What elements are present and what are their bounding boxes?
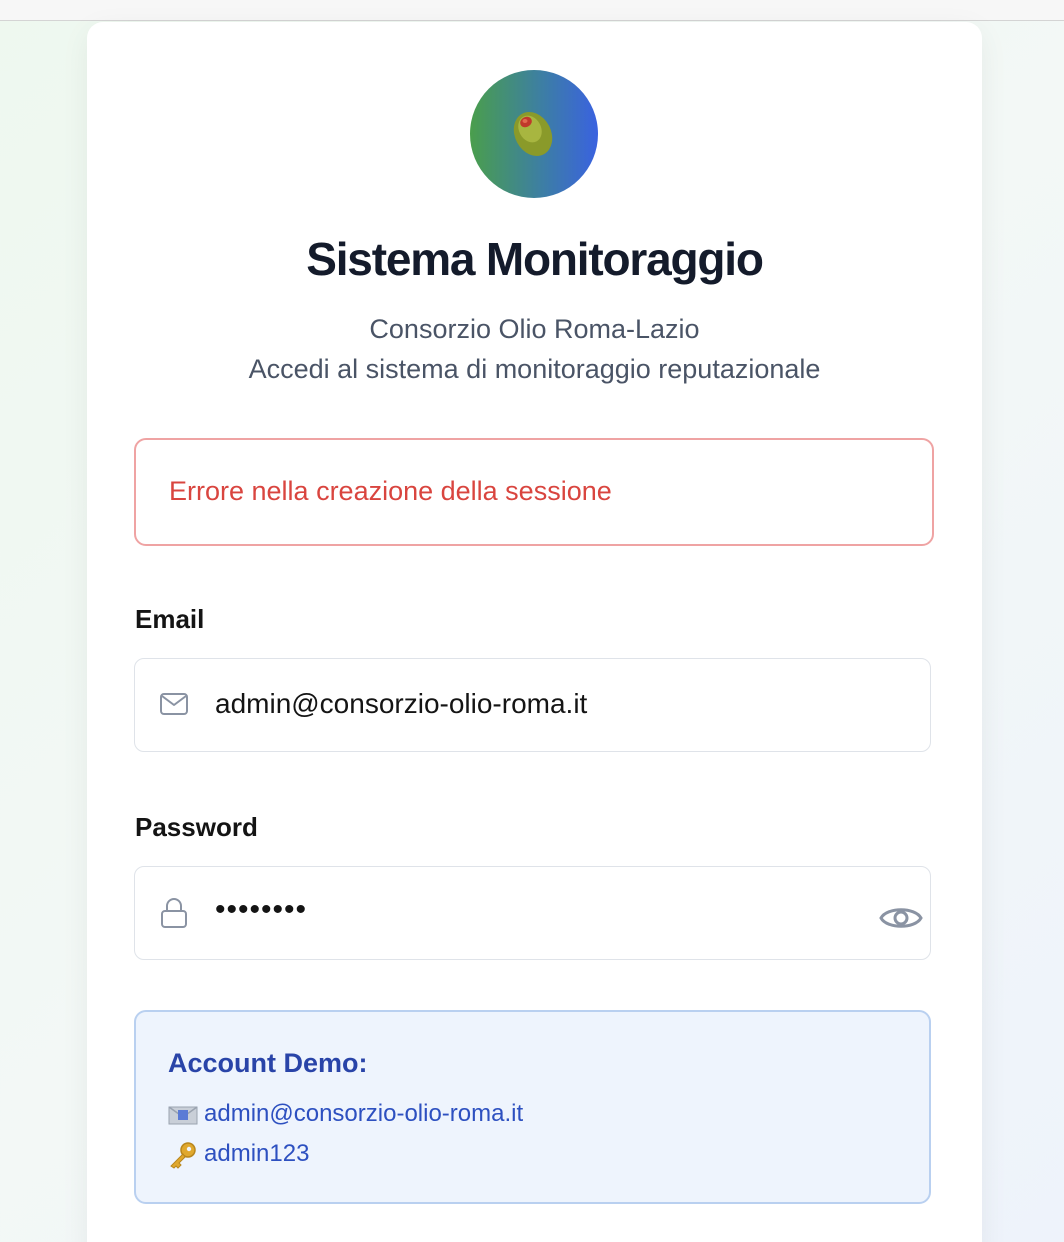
- password-value: ••••••••: [215, 893, 308, 926]
- email-label: Email: [135, 604, 205, 634]
- olive-icon: [513, 112, 553, 156]
- demo-email: admin@consorzio-olio-roma.it: [204, 1100, 524, 1127]
- email-field[interactable]: admin@consorzio-olio-roma.it: [134, 658, 931, 752]
- password-label: Password: [135, 812, 258, 842]
- password-field[interactable]: ••••••••: [134, 866, 931, 960]
- error-alert: Errore nella creazione della sessione: [134, 438, 934, 546]
- page-title: Sistema Monitoraggio: [306, 233, 764, 285]
- lock-icon: [159, 897, 189, 934]
- demo-password-line: admin123: [168, 1140, 309, 1169]
- mail-icon: [159, 692, 189, 721]
- login-card: Sistema Monitoraggio Consorzio Olio Roma…: [87, 22, 982, 1242]
- demo-password: admin123: [204, 1140, 310, 1167]
- envelope-emoji-icon: [168, 1104, 198, 1126]
- key-emoji-icon: [168, 1141, 198, 1169]
- email-value: admin@consorzio-olio-roma.it: [215, 688, 588, 719]
- page-tagline: Accedi al sistema di monitoraggio reputa…: [248, 354, 821, 384]
- browser-top-bar: [0, 0, 1064, 21]
- demo-account-box: Account Demo: admin@consorzio-olio-roma.…: [134, 1010, 931, 1204]
- logo: [470, 70, 598, 198]
- error-message: Errore nella creazione della sessione: [169, 476, 612, 506]
- eye-icon[interactable]: [879, 903, 923, 938]
- organization-name: Consorzio Olio Roma-Lazio: [369, 314, 700, 344]
- demo-email-line: admin@consorzio-olio-roma.it: [168, 1100, 523, 1128]
- demo-title: Account Demo:: [168, 1048, 368, 1078]
